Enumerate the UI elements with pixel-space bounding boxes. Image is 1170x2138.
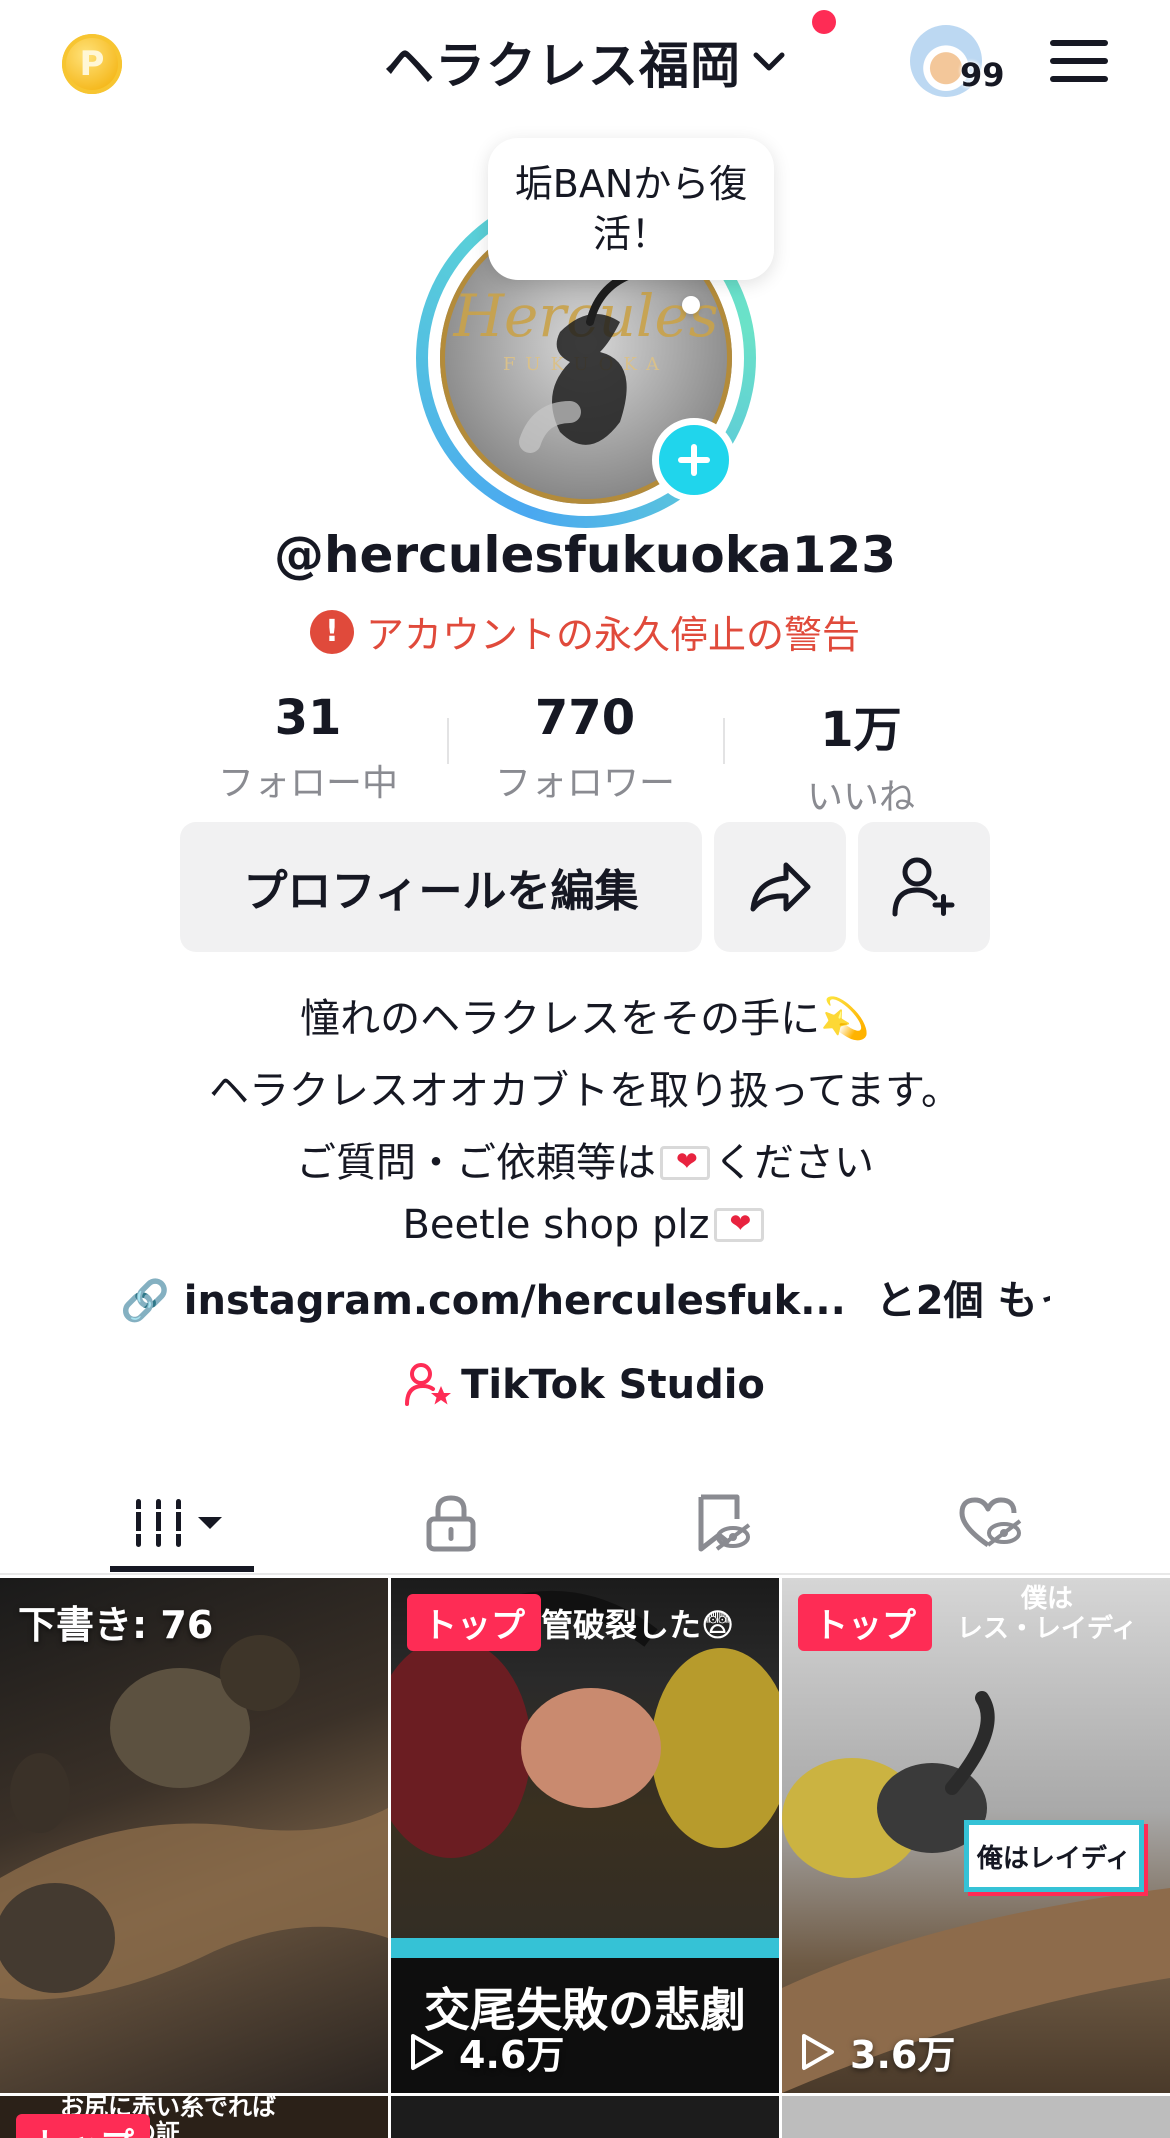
notification-dot	[812, 10, 836, 34]
grid-icon	[132, 1499, 222, 1547]
username: @herculesfukuoka123	[273, 526, 897, 584]
bio-line-4: Beetle shop plz	[0, 1202, 1170, 1248]
stat-likes[interactable]: 1万 いいね	[731, 690, 991, 820]
bookmark-icon	[698, 1494, 751, 1552]
stat-following[interactable]: 31 フォロー中	[178, 690, 438, 806]
video-tile-3[interactable]: トップ 僕は レス・レイディ 俺はレイディ 3.6万	[782, 1578, 1170, 2093]
followers-label: フォロワー	[494, 763, 675, 804]
likes-count: 1万	[820, 702, 902, 758]
following-count: 31	[274, 690, 342, 746]
ban-warning-link[interactable]: ! アカウントの永久停止の警告	[0, 604, 1170, 659]
view-count-value: 3.6万	[850, 2033, 956, 2077]
alert-icon: !	[309, 609, 354, 654]
bio-text-4: Beetle shop plz	[402, 1202, 710, 1248]
video-tile-4[interactable]: お尻に赤い糸でれば …成功の証 トップ	[0, 2096, 388, 2138]
add-friend-button[interactable]	[858, 822, 990, 952]
ban-warning-text: アカウントの永久停止の警告	[365, 613, 860, 657]
top-bar: P ヘラクレス福岡 99	[0, 0, 1170, 125]
stat-divider	[723, 718, 725, 764]
video-tile-2[interactable]: トップ 管破裂した😨 交尾失敗の悲劇 4.6万	[391, 1578, 779, 2093]
add-story-button[interactable]	[652, 418, 736, 502]
video-tile-6[interactable]	[782, 2096, 1170, 2138]
note-bubble-tail	[682, 296, 700, 314]
tab-liked[interactable]	[920, 1478, 1060, 1568]
tiktok-studio-label: TikTok Studio	[461, 1362, 765, 1408]
following-label: フォロー中	[217, 763, 398, 804]
edit-profile-label: プロフィールを編集	[243, 866, 639, 917]
draft-count-label: 下書き: 76	[18, 1603, 214, 1647]
link-icon: 🔗	[120, 1278, 170, 1324]
lock-icon	[426, 1495, 476, 1552]
likes-label: いいね	[806, 777, 915, 818]
account-name: ヘラクレス福岡	[383, 37, 741, 95]
video-sticker: 俺はレイディ	[964, 1820, 1144, 1892]
bio-text-3b: ください	[714, 1140, 874, 1186]
view-count: 3.6万	[800, 2024, 955, 2079]
menu-icon[interactable]	[1050, 38, 1108, 84]
bio-link-text[interactable]: instagram.com/herculesfuk...	[184, 1278, 846, 1324]
profile-note[interactable]: 垢BANから復活！	[488, 138, 774, 280]
chevron-down-icon	[753, 52, 785, 71]
share-icon	[750, 862, 811, 912]
view-count: 4.6万	[409, 2024, 564, 2079]
tiktok-studio-link[interactable]: TikTok Studio	[0, 1362, 1170, 1408]
active-tab-indicator	[110, 1566, 254, 1572]
play-icon	[411, 2033, 443, 2070]
bio-line-2: ヘラクレスオオカブトを取り扱ってます。	[209, 1068, 961, 1114]
tab-videos[interactable]	[112, 1478, 252, 1568]
love-letter-icon	[660, 1146, 710, 1180]
video-sticker-text: 俺はレイディ	[976, 1843, 1132, 1874]
creator-star-icon	[405, 1363, 452, 1406]
bio-line-1: 憧れのヘラクレスをその手に💫	[0, 986, 1170, 1044]
pinned-badge: トップ	[798, 1594, 932, 1651]
profile-note-text: 垢BANから復活！	[514, 162, 748, 256]
video-overlay-text: 管破裂した😨	[541, 1606, 735, 1644]
pinned-badge: トップ	[407, 1594, 541, 1651]
heart-icon	[959, 1497, 1022, 1548]
followers-count: 770	[534, 690, 636, 746]
tab-private[interactable]	[381, 1478, 521, 1568]
bio-text-3a: ご質問・ご依頼等は	[296, 1140, 656, 1186]
video-tile-5[interactable]	[391, 2096, 779, 2138]
add-user-icon	[892, 857, 955, 917]
play-icon	[802, 2033, 834, 2070]
bio-link-more[interactable]: と2個 もっと見る	[876, 1278, 1050, 1324]
bio-line-3: ご質問・ご依頼等は ください	[0, 1130, 1170, 1188]
edit-profile-button[interactable]: プロフィールを編集	[180, 822, 702, 952]
stat-divider	[447, 718, 449, 764]
beetle-thumbnail	[0, 1635, 388, 2000]
tab-favorites[interactable]	[652, 1478, 792, 1568]
pinned-badge: トップ	[16, 2114, 150, 2138]
bio-link[interactable]: 🔗 instagram.com/herculesfuk... と2個 もっと見る	[120, 1268, 1050, 1326]
view-count-value: 4.6万	[459, 2033, 565, 2077]
stat-followers[interactable]: 770 フォロワー	[455, 690, 715, 806]
love-letter-icon	[713, 1208, 764, 1242]
tabs-divider	[0, 1573, 1170, 1575]
share-profile-button[interactable]	[714, 822, 846, 952]
notification-count: 99	[960, 56, 1005, 94]
video-overlay-text: 僕は レス・レイディ	[956, 1584, 1138, 1644]
bio-text-1: 憧れのヘラクレスをその手に	[300, 996, 821, 1042]
plus-icon	[678, 444, 710, 476]
video-tile-draft[interactable]: 下書き: 76	[0, 1578, 388, 2093]
dizzy-star-icon: 💫	[820, 996, 870, 1042]
